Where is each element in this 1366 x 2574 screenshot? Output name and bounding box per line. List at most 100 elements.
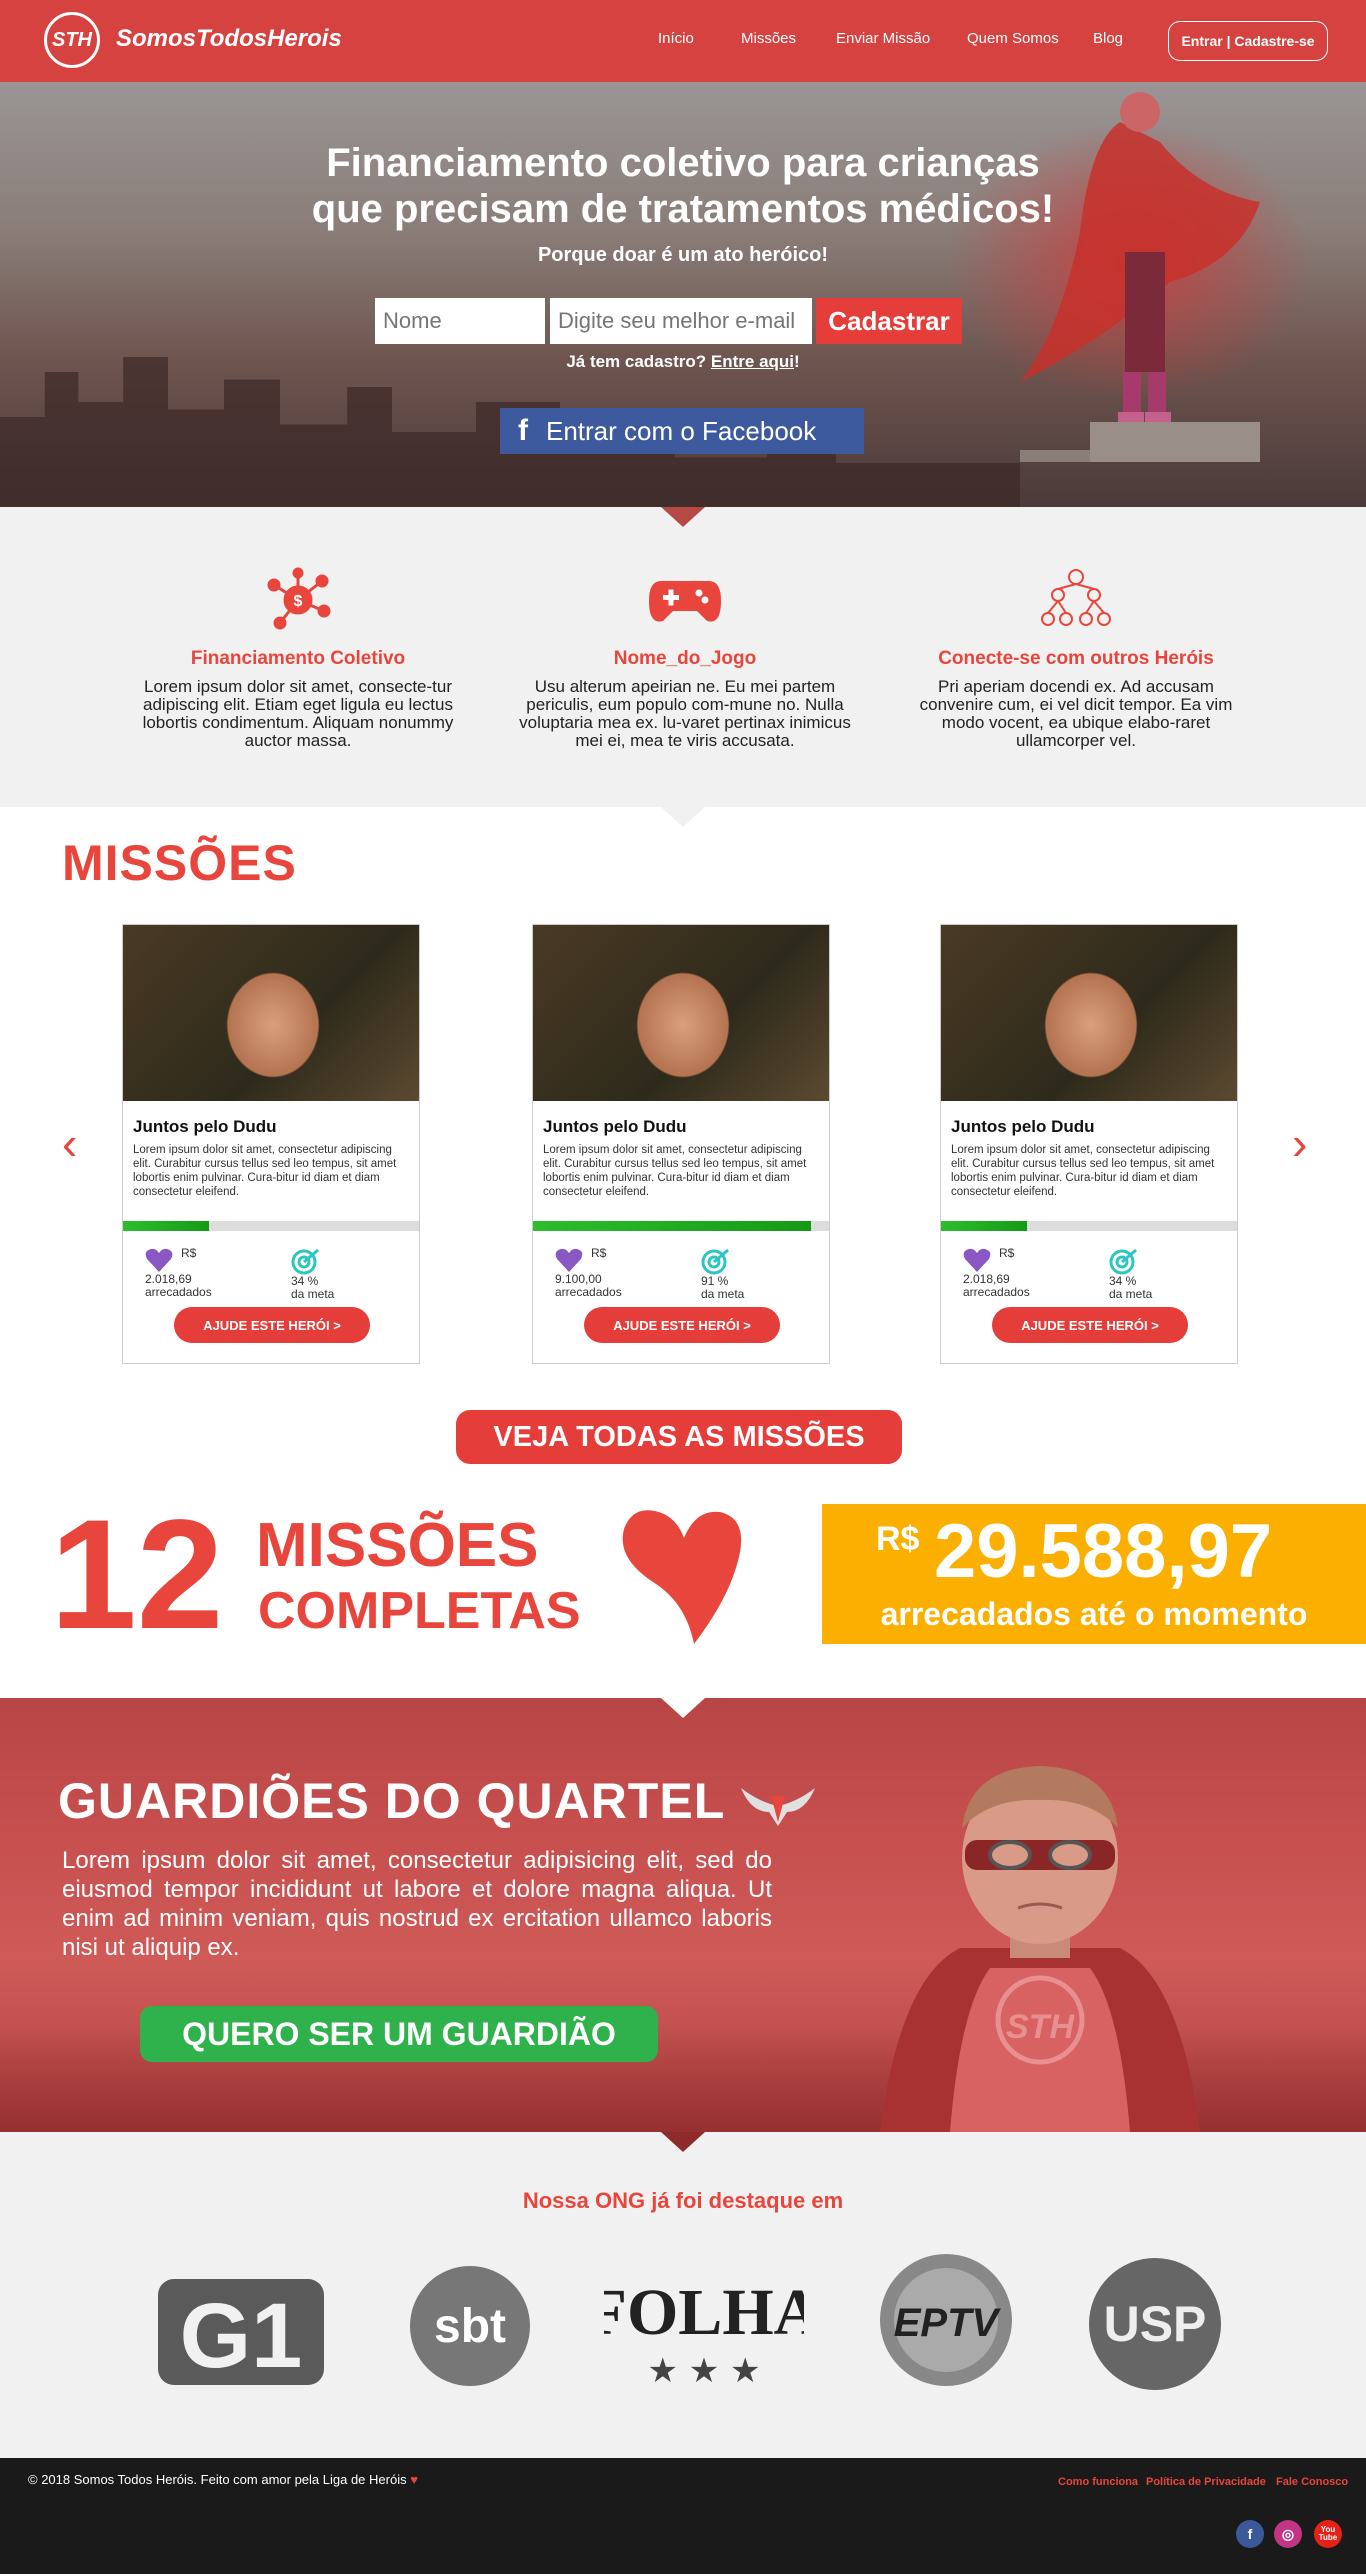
raised-stat: R$ 2.018,69 arrecadados — [963, 1247, 1030, 1299]
hero-title-line1: Financiamento coletivo para crianças — [326, 141, 1040, 185]
mission-card[interactable]: Juntos pelo Dudu Lorem ipsum dolor sit a… — [122, 924, 420, 1364]
guardians-description: Lorem ipsum dolor sit amet, consectetur … — [62, 1847, 772, 1961]
nav-link-missoes[interactable]: Missões — [741, 30, 796, 47]
progress-fill — [941, 1221, 1027, 1231]
section-notch — [661, 507, 705, 527]
goal-stat: 34 % da meta — [1109, 1247, 1152, 1301]
footer: © 2018 Somos Todos Heróis. Feito com amo… — [0, 2458, 1366, 2574]
mission-progress-bar — [123, 1221, 419, 1231]
raised-label: arrecadados — [963, 1285, 1030, 1299]
copyright-label: © 2018 Somos Todos Heróis. Feito com amo… — [28, 2472, 407, 2487]
target-icon — [701, 1248, 729, 1275]
feature-jogo: Nome_do_Jogo Usu alterum apeirian ne. Eu… — [515, 567, 855, 750]
mission-photo — [941, 925, 1237, 1101]
city-skyline — [0, 357, 560, 507]
become-guardian-button[interactable]: QUERO SER UM GUARDIÃO — [140, 2006, 658, 2062]
eptv-logo: EPTV — [880, 2254, 1012, 2386]
feature-conecte: Conecte-se com outros Heróis Pri aperiam… — [906, 567, 1246, 750]
usp-logo: USP — [1089, 2258, 1221, 2390]
heart-icon — [145, 1248, 173, 1272]
nav-link-inicio[interactable]: Início — [658, 30, 694, 47]
already-label: Já tem cadastro? — [566, 352, 707, 371]
press-section: Nossa ONG já foi destaque em G1 sbt FOLH… — [0, 2132, 1366, 2458]
missions-title: MISSÕES — [62, 835, 297, 891]
carousel-prev-arrow-icon[interactable]: ‹ — [62, 1118, 77, 1168]
see-all-missions-button[interactable]: VEJA TODAS AS MISSÕES — [456, 1410, 902, 1464]
target-icon — [291, 1248, 319, 1275]
footer-link-privacidade[interactable]: Política de Privacidade — [1146, 2476, 1266, 2488]
login-here-link[interactable]: Entre aqui — [711, 352, 794, 371]
facebook-login-label: Entrar com o Facebook — [546, 415, 817, 446]
svg-text:USP: USP — [1104, 2296, 1207, 2352]
feature-title: Nome_do_Jogo — [613, 648, 757, 669]
mission-card[interactable]: Juntos pelo Dudu Lorem ipsum dolor sit a… — [940, 924, 1238, 1364]
raised-label: arrecadados — [145, 1285, 212, 1299]
instagram-icon[interactable]: ◎ — [1274, 2520, 1302, 2548]
copyright-text: © 2018 Somos Todos Heróis. Feito com amo… — [28, 2472, 418, 2487]
help-hero-button[interactable]: AJUDE ESTE HERÓI > — [584, 1307, 780, 1343]
shirt-logo: STH — [1006, 2008, 1075, 2046]
hero-title-line2: que precisam de tratamentos médicos! — [311, 187, 1055, 231]
feature-title: Financiamento Coletivo — [190, 648, 406, 669]
nav-link-quem-somos[interactable]: Quem Somos — [967, 30, 1059, 47]
press-title: Nossa ONG já foi destaque em — [522, 2188, 844, 2213]
raised-stat: R$ 2.018,69 arrecadados — [145, 1247, 212, 1299]
facebook-login-button[interactable]: f Entrar com o Facebook — [500, 408, 864, 454]
goal-label: da meta — [1109, 1287, 1153, 1301]
section-notch — [661, 2132, 705, 2152]
goal-stat: 91 % da meta — [701, 1247, 744, 1301]
carousel-next-arrow-icon[interactable]: › — [1292, 1118, 1307, 1168]
wings-emblem-icon — [741, 1787, 816, 1826]
raised-label: arrecadados — [555, 1285, 622, 1299]
completed-missions-count: 12 — [50, 1488, 224, 1662]
progress-fill — [533, 1221, 812, 1231]
gamepad-icon — [649, 581, 721, 622]
login-signup-button[interactable]: Entrar | Cadastre-se — [1168, 21, 1328, 61]
nav-link-blog[interactable]: Blog — [1093, 30, 1123, 47]
features-section: $ Financiamento Coletivo Lorem ipsum dol… — [0, 507, 1366, 827]
help-hero-button[interactable]: AJUDE ESTE HERÓI > — [992, 1307, 1188, 1343]
feature-text: Lorem ipsum dolor sit amet, consecte-tur… — [142, 677, 454, 750]
svg-text:sbt: sbt — [434, 2300, 506, 2353]
hero-girl-image — [1020, 92, 1260, 462]
guardians-section: STH GUARDIÕES DO QUARTEL Lorem ipsum dol… — [0, 1698, 1366, 2132]
feature-title: Conecte-se com outros Heróis — [938, 648, 1214, 669]
mission-photo — [533, 925, 829, 1101]
section-notch — [661, 1698, 705, 1718]
feature-financiamento: $ Financiamento Coletivo Lorem ipsum dol… — [128, 567, 468, 750]
mission-progress-bar — [941, 1221, 1237, 1231]
heart-icon: ♥ — [410, 2472, 418, 2487]
total-raised-label: arrecadados até o momento — [880, 1596, 1308, 1632]
already-registered-text: Já tem cadastro? Entre aqui! — [0, 352, 1366, 372]
raised-stat: R$ 9.100,00 arrecadados — [555, 1247, 622, 1299]
total-raised-box: R$ 29.588,97 arrecadados até o momento — [822, 1504, 1366, 1644]
logo-text[interactable]: SomosTodosHerois — [116, 25, 342, 53]
completed-missions-label-2: COMPLETAS — [258, 1582, 581, 1640]
g1-logo: G1 — [158, 2279, 324, 2387]
signup-button[interactable]: Cadastrar — [816, 298, 962, 344]
nav-link-enviar-missao[interactable]: Enviar Missão — [836, 30, 930, 47]
mission-card[interactable]: Juntos pelo Dudu Lorem ipsum dolor sit a… — [532, 924, 830, 1364]
footer-link-como-funciona[interactable]: Como funciona — [1058, 2476, 1138, 2488]
total-raised-amount: 29.588,97 — [934, 1509, 1273, 1594]
email-input[interactable] — [550, 298, 812, 344]
top-navbar: STH SomosTodosHerois Início Missões Envi… — [0, 0, 1366, 82]
completed-missions-label-1: MISSÕES — [256, 1511, 539, 1580]
name-input[interactable] — [375, 298, 545, 344]
goal-label: da meta — [701, 1287, 745, 1301]
currency-symbol: R$ — [876, 1520, 920, 1558]
already-tail: ! — [794, 352, 800, 371]
svg-text:★ ★ ★: ★ ★ ★ — [647, 2351, 760, 2391]
youtube-icon[interactable]: You Tube — [1314, 2520, 1342, 2548]
footer-link-fale-conosco[interactable]: Fale Conosco — [1276, 2476, 1348, 2488]
hero-subtitle: Porque doar é um ato heróico! — [537, 244, 829, 266]
section-notch — [661, 807, 705, 827]
hero-section: Financiamento coletivo para crianças que… — [0, 82, 1366, 507]
guardians-title-text: GUARDIÕES DO QUARTEL — [58, 1773, 725, 1829]
logo-icon[interactable]: STH — [44, 12, 100, 68]
money-network-icon: $ — [267, 567, 331, 630]
mission-description: Lorem ipsum dolor sit amet, consectetur … — [133, 1144, 397, 1198]
mission-description: Lorem ipsum dolor sit amet, consectetur … — [543, 1144, 807, 1198]
help-hero-button[interactable]: AJUDE ESTE HERÓI > — [174, 1307, 370, 1343]
facebook-icon[interactable]: f — [1236, 2520, 1264, 2548]
